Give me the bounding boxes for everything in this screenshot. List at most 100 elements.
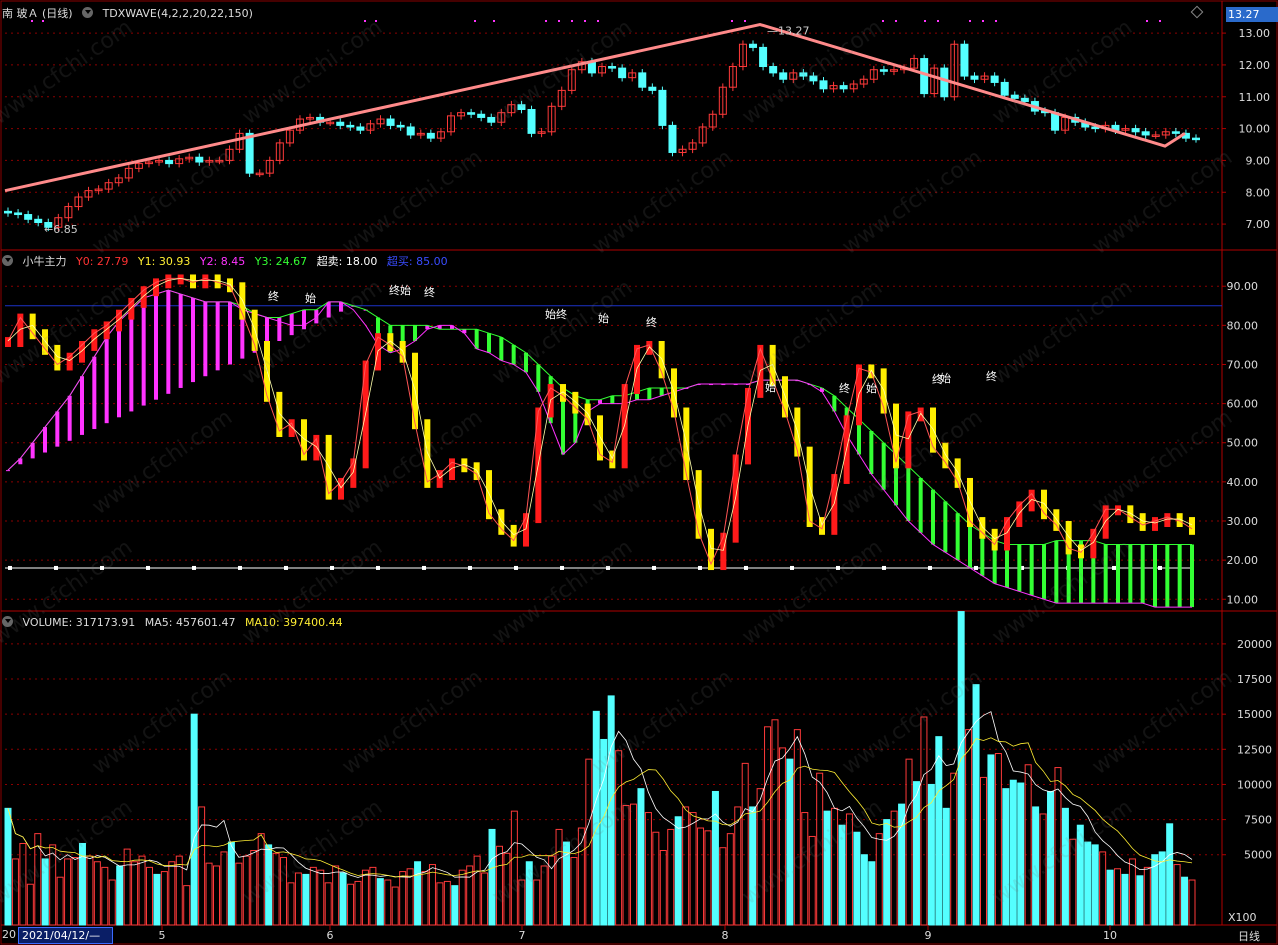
candle — [517, 104, 526, 110]
candle — [346, 124, 355, 128]
osc-tick-label: 20.00 — [1227, 554, 1259, 567]
volume-bar — [637, 788, 645, 926]
band-bar — [104, 337, 109, 424]
band-bar — [1005, 544, 1009, 588]
candle — [799, 72, 808, 77]
band-bar — [191, 297, 195, 383]
oversold-marker — [882, 565, 886, 570]
volume-bar — [93, 861, 101, 926]
volume-bar — [242, 855, 250, 926]
panel-menu-icon[interactable] — [2, 255, 13, 266]
volume-bar — [935, 736, 943, 926]
indicator-dropdown-icon[interactable] — [82, 7, 94, 18]
band-bar — [80, 376, 84, 435]
candle — [779, 72, 788, 80]
volume-menu-icon[interactable] — [2, 616, 13, 627]
signal-tag: 终 — [389, 283, 400, 297]
volume-panel-header: VOLUME: 317173.91 MA5: 457601.47 MA10: 3… — [2, 615, 349, 629]
candle — [34, 218, 43, 223]
signal-tag: 始 — [400, 283, 411, 297]
volume-bar — [734, 806, 742, 926]
indicator-title[interactable]: 小牛主力 — [23, 255, 67, 268]
signal-dot — [1146, 20, 1148, 22]
osc-tick-label: 60.00 — [1227, 398, 1259, 411]
volume-bar — [592, 710, 600, 926]
candle — [759, 46, 768, 68]
date-selector[interactable]: 2021/04/12/— — [18, 927, 113, 944]
band-bar — [499, 337, 504, 361]
volume-bar — [160, 871, 168, 926]
volume-bar — [987, 754, 995, 926]
signal-dot — [364, 20, 366, 22]
volume-bar — [927, 783, 935, 926]
signal-dot — [597, 20, 599, 22]
volume-bar — [860, 854, 868, 926]
price-tick-label: 8.00 — [1246, 186, 1271, 199]
y1-value: Y1: 30.93 — [137, 255, 191, 268]
volume-bar — [912, 781, 920, 926]
period-label[interactable]: 日线 — [1238, 928, 1260, 944]
candle — [940, 67, 949, 98]
volume-bar — [890, 810, 898, 926]
y0-bar — [1152, 517, 1158, 531]
band-bar — [92, 356, 97, 430]
candle — [1000, 81, 1009, 96]
volume-bar — [622, 805, 630, 926]
volume-bar — [749, 806, 757, 926]
stock-title[interactable]: 南 玻Ａ (日线) — [2, 7, 73, 20]
vol-tick-label: 7500 — [1244, 814, 1272, 827]
volume-bar — [518, 879, 526, 926]
volume-bar — [116, 865, 124, 926]
vol-tick-label: 12500 — [1237, 743, 1272, 756]
volume-bar — [391, 886, 399, 926]
volume-bar — [384, 879, 392, 926]
volume-bar — [726, 833, 734, 926]
band-bar — [1116, 544, 1120, 604]
indicator-name[interactable]: TDXWAVE(4,2,2,20,22,150) — [103, 7, 253, 20]
price-tick-label: 9.00 — [1246, 154, 1271, 167]
band-bar — [1140, 544, 1145, 604]
y0-bar — [646, 341, 653, 355]
volume-bar — [1091, 844, 1099, 926]
band-bar — [166, 290, 171, 394]
volume-bar — [1061, 807, 1069, 926]
volume-bar — [56, 876, 64, 926]
high-price-label: —13.27 — [767, 25, 810, 38]
volume-bar — [361, 869, 369, 926]
volume-bar — [168, 861, 176, 926]
volume-bar — [540, 865, 548, 926]
candle — [477, 113, 486, 118]
signal-tag: 终 — [556, 307, 567, 321]
band-bar — [1177, 544, 1182, 608]
volume-bar — [257, 833, 265, 926]
signal-dot — [558, 20, 560, 22]
osc-tick-label: 80.00 — [1227, 319, 1259, 332]
band-bar — [1042, 544, 1046, 600]
volume-bar — [1024, 764, 1032, 926]
candle — [1020, 97, 1029, 103]
band-bar — [1165, 544, 1170, 608]
volume-bar — [227, 841, 235, 926]
stock-chart[interactable]: 7.00 8.00 9.00 10.00 11.00 12.00 13.00 —13.27 ←6… — [0, 0, 1278, 945]
volume-bar — [309, 866, 317, 926]
oversold-marker — [606, 565, 610, 570]
band-bar — [129, 309, 134, 412]
volume-bar — [145, 866, 153, 926]
volume-bar — [1069, 838, 1077, 926]
y3-value: Y3: 24.67 — [254, 255, 308, 268]
volume-bar — [1076, 824, 1084, 926]
volume-bar — [123, 848, 131, 926]
x-tick-label: 6 — [327, 929, 334, 942]
volume-bar — [86, 855, 94, 926]
x-tick-label: 10 — [1103, 929, 1117, 942]
candle — [4, 210, 12, 214]
volume-bar — [659, 850, 667, 926]
signal-tag: 终 — [268, 289, 279, 303]
signal-dot — [882, 20, 884, 22]
current-price-badge: 13.27 — [1226, 7, 1278, 22]
oversold-marker — [284, 565, 288, 570]
candle — [608, 66, 617, 69]
ma10-value: MA10: 397400.44 — [244, 616, 343, 629]
volume-bar — [183, 885, 191, 926]
signal-dot — [937, 20, 939, 22]
